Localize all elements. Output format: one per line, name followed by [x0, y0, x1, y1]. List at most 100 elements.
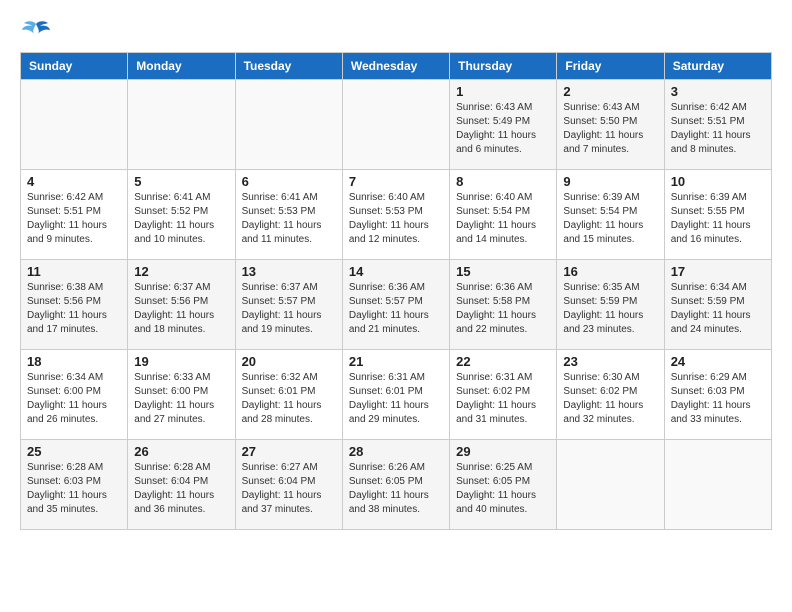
day-number: 8	[456, 174, 550, 189]
day-number: 3	[671, 84, 765, 99]
calendar-cell: 25Sunrise: 6:28 AM Sunset: 6:03 PM Dayli…	[21, 440, 128, 530]
day-number: 22	[456, 354, 550, 369]
day-info: Sunrise: 6:37 AM Sunset: 5:57 PM Dayligh…	[242, 281, 336, 337]
calendar-cell	[21, 80, 128, 170]
day-number: 16	[563, 264, 657, 279]
calendar-cell: 6 Sunrise: 6:41 AM Sunset: 5:53 PM Daylig…	[235, 170, 342, 260]
day-info: Sunrise: 6:28 AM Sunset: 6:04 PM Dayligh…	[134, 461, 228, 517]
calendar-cell: 23 Sunrise: 6:30 AM Sunset: 6:02 PM Dayli…	[557, 350, 664, 440]
calendar-cell: 3 Sunrise: 6:42 AM Sunset: 5:51 PM Daylig…	[664, 80, 771, 170]
day-info: Sunrise: 6:42 AM Sunset: 5:51 PM Dayligh…	[671, 101, 765, 157]
day-number: 19	[134, 354, 228, 369]
day-info: Sunrise: 6:38 AM Sunset: 5:56 PM Dayligh…	[27, 281, 121, 337]
calendar-cell: 13 Sunrise: 6:37 AM Sunset: 5:57 PM Dayli…	[235, 260, 342, 350]
day-info: Sunrise: 6:40 AM Sunset: 5:54 PM Dayligh…	[456, 191, 550, 247]
week-row-1: 1Sunrise: 6:43 AM Sunset: 5:49 PM Daylig…	[21, 80, 772, 170]
calendar-cell: 29 Sunrise: 6:25 AM Sunset: 6:05 PM Dayli…	[450, 440, 557, 530]
calendar-table: SundayMondayTuesdayWednesdayThursdayFrid…	[20, 52, 772, 530]
calendar-cell: 19 Sunrise: 6:33 AM Sunset: 6:00 PM Dayli…	[128, 350, 235, 440]
day-info: Sunrise: 6:39 AM Sunset: 5:54 PM Dayligh…	[563, 191, 657, 247]
calendar-cell: 7 Sunrise: 6:40 AM Sunset: 5:53 PM Daylig…	[342, 170, 449, 260]
day-number: 17	[671, 264, 765, 279]
day-info: Sunrise: 6:25 AM Sunset: 6:05 PM Dayligh…	[456, 461, 550, 517]
calendar-cell: 2 Sunrise: 6:43 AM Sunset: 5:50 PM Daylig…	[557, 80, 664, 170]
day-number: 9	[563, 174, 657, 189]
week-row-2: 4 Sunrise: 6:42 AM Sunset: 5:51 PM Daylig…	[21, 170, 772, 260]
calendar-cell: 22 Sunrise: 6:31 AM Sunset: 6:02 PM Dayli…	[450, 350, 557, 440]
calendar-cell: 20 Sunrise: 6:32 AM Sunset: 6:01 PM Dayli…	[235, 350, 342, 440]
day-info: Sunrise: 6:42 AM Sunset: 5:51 PM Dayligh…	[27, 191, 121, 247]
logo	[20, 20, 52, 42]
calendar-cell: 17 Sunrise: 6:34 AM Sunset: 5:59 PM Dayli…	[664, 260, 771, 350]
day-info: Sunrise: 6:34 AM Sunset: 5:59 PM Dayligh…	[671, 281, 765, 337]
calendar-cell: 9 Sunrise: 6:39 AM Sunset: 5:54 PM Daylig…	[557, 170, 664, 260]
calendar-cell: 16 Sunrise: 6:35 AM Sunset: 5:59 PM Dayli…	[557, 260, 664, 350]
day-info: Sunrise: 6:41 AM Sunset: 5:52 PM Dayligh…	[134, 191, 228, 247]
day-info: Sunrise: 6:34 AM Sunset: 6:00 PM Dayligh…	[27, 371, 121, 427]
day-info: Sunrise: 6:39 AM Sunset: 5:55 PM Dayligh…	[671, 191, 765, 247]
day-info: Sunrise: 6:31 AM Sunset: 6:02 PM Dayligh…	[456, 371, 550, 427]
calendar-cell: 5 Sunrise: 6:41 AM Sunset: 5:52 PM Daylig…	[128, 170, 235, 260]
day-info: Sunrise: 6:36 AM Sunset: 5:57 PM Dayligh…	[349, 281, 443, 337]
page-header	[20, 20, 772, 42]
day-number: 4	[27, 174, 121, 189]
week-row-5: 25Sunrise: 6:28 AM Sunset: 6:03 PM Dayli…	[21, 440, 772, 530]
weekday-header-thursday: Thursday	[450, 53, 557, 80]
day-number: 25	[27, 444, 121, 459]
weekday-header-friday: Friday	[557, 53, 664, 80]
day-number: 21	[349, 354, 443, 369]
day-number: 6	[242, 174, 336, 189]
day-number: 18	[27, 354, 121, 369]
day-number: 11	[27, 264, 121, 279]
day-info: Sunrise: 6:43 AM Sunset: 5:50 PM Dayligh…	[563, 101, 657, 157]
calendar-cell	[664, 440, 771, 530]
day-number: 29	[456, 444, 550, 459]
weekday-header-saturday: Saturday	[664, 53, 771, 80]
day-number: 10	[671, 174, 765, 189]
day-info: Sunrise: 6:26 AM Sunset: 6:05 PM Dayligh…	[349, 461, 443, 517]
day-number: 28	[349, 444, 443, 459]
day-info: Sunrise: 6:35 AM Sunset: 5:59 PM Dayligh…	[563, 281, 657, 337]
day-info: Sunrise: 6:30 AM Sunset: 6:02 PM Dayligh…	[563, 371, 657, 427]
day-number: 26	[134, 444, 228, 459]
day-number: 12	[134, 264, 228, 279]
day-number: 2	[563, 84, 657, 99]
day-number: 20	[242, 354, 336, 369]
weekday-header-monday: Monday	[128, 53, 235, 80]
day-number: 14	[349, 264, 443, 279]
day-number: 23	[563, 354, 657, 369]
calendar-cell: 24Sunrise: 6:29 AM Sunset: 6:03 PM Dayli…	[664, 350, 771, 440]
day-number: 27	[242, 444, 336, 459]
day-info: Sunrise: 6:41 AM Sunset: 5:53 PM Dayligh…	[242, 191, 336, 247]
calendar-cell: 28 Sunrise: 6:26 AM Sunset: 6:05 PM Dayli…	[342, 440, 449, 530]
day-info: Sunrise: 6:31 AM Sunset: 6:01 PM Dayligh…	[349, 371, 443, 427]
day-info: Sunrise: 6:29 AM Sunset: 6:03 PM Dayligh…	[671, 371, 765, 427]
calendar-cell	[557, 440, 664, 530]
day-info: Sunrise: 6:32 AM Sunset: 6:01 PM Dayligh…	[242, 371, 336, 427]
calendar-cell: 15 Sunrise: 6:36 AM Sunset: 5:58 PM Dayli…	[450, 260, 557, 350]
day-info: Sunrise: 6:36 AM Sunset: 5:58 PM Dayligh…	[456, 281, 550, 337]
calendar-cell: 12Sunrise: 6:37 AM Sunset: 5:56 PM Dayli…	[128, 260, 235, 350]
calendar-cell: 27 Sunrise: 6:27 AM Sunset: 6:04 PM Dayli…	[235, 440, 342, 530]
day-number: 13	[242, 264, 336, 279]
calendar-cell: 8 Sunrise: 6:40 AM Sunset: 5:54 PM Daylig…	[450, 170, 557, 260]
calendar-cell	[128, 80, 235, 170]
logo-bird-icon	[22, 20, 50, 42]
day-number: 5	[134, 174, 228, 189]
day-info: Sunrise: 6:40 AM Sunset: 5:53 PM Dayligh…	[349, 191, 443, 247]
weekday-header-row: SundayMondayTuesdayWednesdayThursdayFrid…	[21, 53, 772, 80]
day-number: 7	[349, 174, 443, 189]
calendar-cell: 26 Sunrise: 6:28 AM Sunset: 6:04 PM Dayli…	[128, 440, 235, 530]
calendar-cell: 4 Sunrise: 6:42 AM Sunset: 5:51 PM Daylig…	[21, 170, 128, 260]
calendar-cell: 1Sunrise: 6:43 AM Sunset: 5:49 PM Daylig…	[450, 80, 557, 170]
day-info: Sunrise: 6:27 AM Sunset: 6:04 PM Dayligh…	[242, 461, 336, 517]
calendar-cell	[342, 80, 449, 170]
day-info: Sunrise: 6:43 AM Sunset: 5:49 PM Dayligh…	[456, 101, 550, 157]
week-row-3: 11 Sunrise: 6:38 AM Sunset: 5:56 PM Dayli…	[21, 260, 772, 350]
day-number: 15	[456, 264, 550, 279]
calendar-cell: 21 Sunrise: 6:31 AM Sunset: 6:01 PM Dayli…	[342, 350, 449, 440]
week-row-4: 18 Sunrise: 6:34 AM Sunset: 6:00 PM Dayli…	[21, 350, 772, 440]
calendar-cell: 14 Sunrise: 6:36 AM Sunset: 5:57 PM Dayli…	[342, 260, 449, 350]
calendar-cell	[235, 80, 342, 170]
day-info: Sunrise: 6:33 AM Sunset: 6:00 PM Dayligh…	[134, 371, 228, 427]
